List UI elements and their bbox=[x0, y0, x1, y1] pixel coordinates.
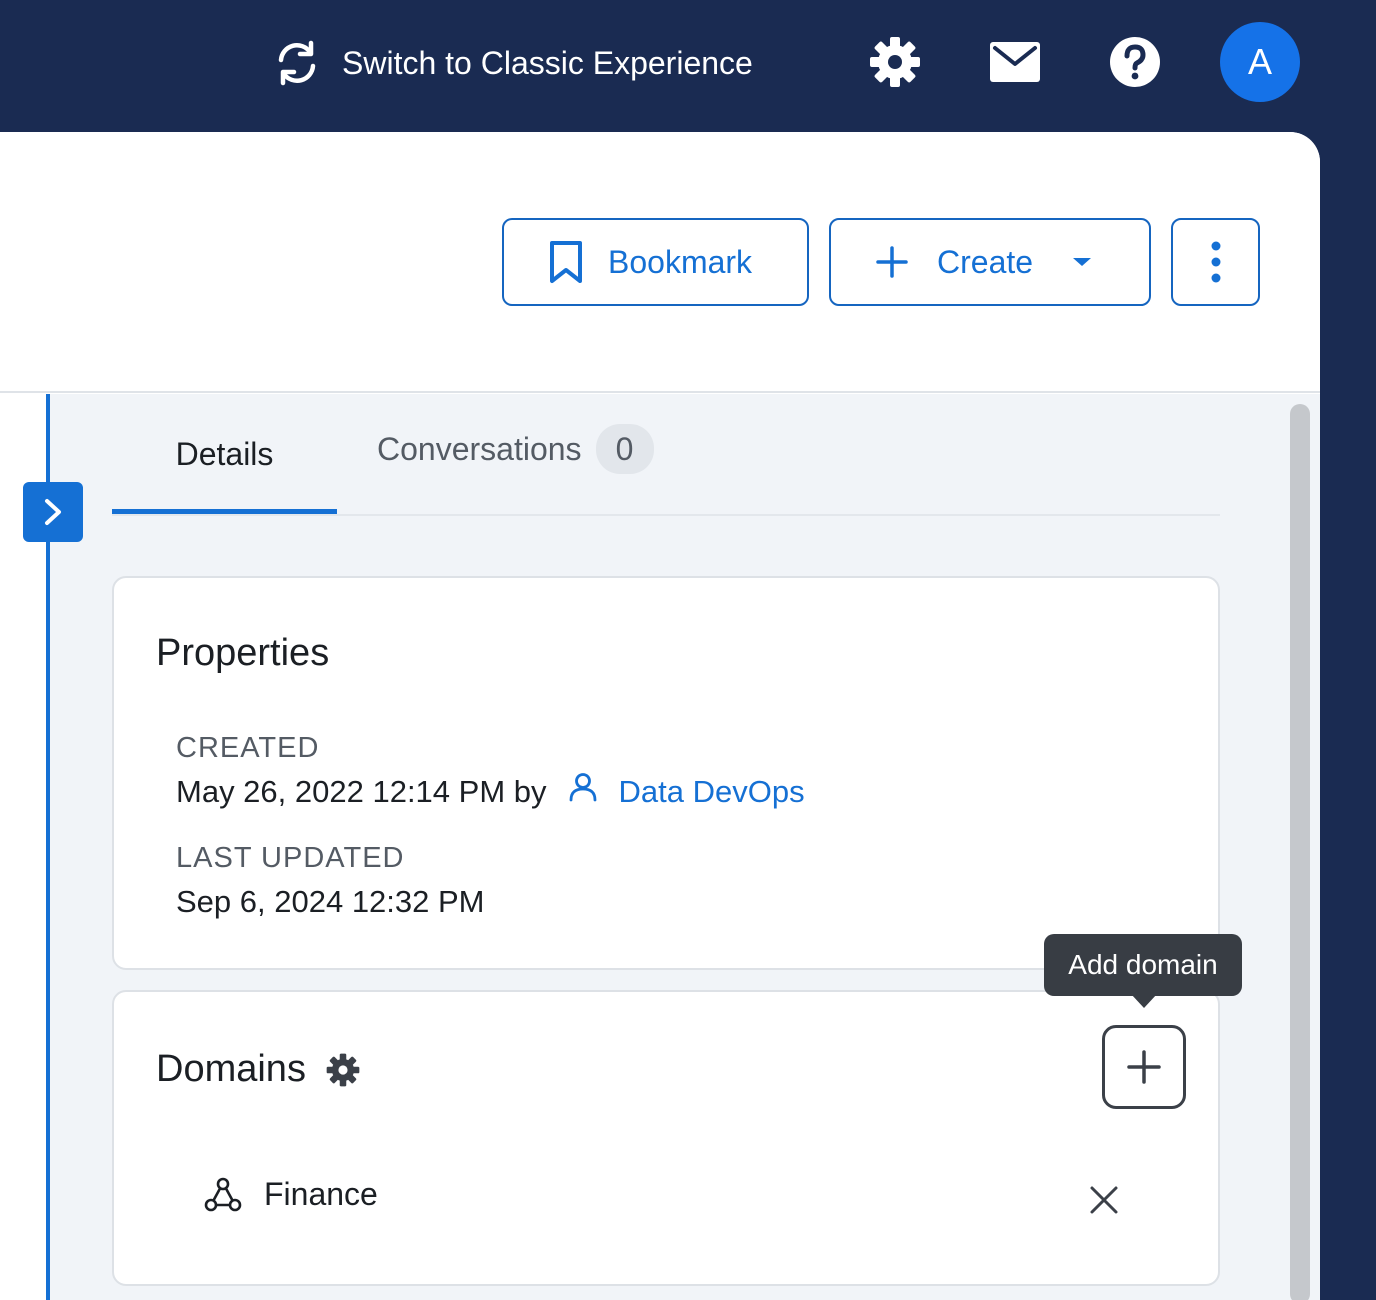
created-date: May 26, 2022 12:14 PM by bbox=[176, 774, 547, 809]
domain-icon bbox=[204, 1177, 242, 1211]
collapse-sidebar-button[interactable] bbox=[23, 482, 83, 542]
domain-item[interactable]: Finance bbox=[204, 1176, 378, 1213]
user-icon bbox=[569, 773, 596, 802]
sidebar-scrollbar[interactable] bbox=[1290, 404, 1310, 1300]
close-icon bbox=[1090, 1186, 1118, 1214]
user-avatar[interactable]: A bbox=[1220, 22, 1300, 102]
gear-icon bbox=[870, 37, 920, 87]
tab-conversations[interactable]: Conversations 0 bbox=[377, 424, 654, 474]
add-domain-tooltip: Add domain bbox=[1044, 934, 1242, 996]
domains-header: Domains bbox=[156, 1048, 360, 1091]
avatar-initial: A bbox=[1247, 41, 1272, 82]
tab-conversations-label: Conversations bbox=[377, 430, 582, 467]
gear-icon bbox=[326, 1053, 360, 1086]
domains-title: Domains bbox=[156, 1048, 306, 1090]
top-navigation-bar: Switch to Classic Experience A bbox=[0, 0, 1376, 132]
domain-item-label: Finance bbox=[264, 1176, 378, 1212]
tab-divider bbox=[112, 514, 1220, 516]
plus-icon bbox=[1127, 1050, 1161, 1084]
last-updated-value: Sep 6, 2024 12:32 PM bbox=[176, 884, 485, 919]
help-icon bbox=[1110, 37, 1160, 87]
tab-details[interactable]: Details bbox=[112, 434, 337, 514]
created-label: CREATED bbox=[176, 732, 320, 764]
domains-card: Domains Finance bbox=[112, 990, 1220, 1286]
switch-classic-label: Switch to Classic Experience bbox=[342, 44, 753, 81]
conversations-count-badge: 0 bbox=[595, 424, 654, 474]
scrollbar-thumb[interactable] bbox=[1290, 404, 1310, 1300]
sidebar-region: Details Conversations 0 Properties CREAT… bbox=[0, 132, 1320, 1300]
chevron-right-icon bbox=[45, 499, 61, 525]
tooltip-arrow bbox=[1131, 994, 1157, 1008]
inbox-button[interactable] bbox=[989, 36, 1041, 88]
remove-domain-button[interactable] bbox=[1086, 1182, 1122, 1218]
created-by-link[interactable]: Data DevOps bbox=[569, 773, 805, 810]
last-updated-label: LAST UPDATED bbox=[176, 842, 405, 874]
created-value: May 26, 2022 12:14 PM by Data DevOps bbox=[176, 773, 805, 810]
properties-title: Properties bbox=[156, 632, 330, 674]
sync-icon bbox=[278, 40, 316, 86]
help-button[interactable] bbox=[1109, 36, 1161, 88]
properties-card: Properties CREATED May 26, 2022 12:14 PM… bbox=[112, 576, 1220, 970]
tab-details-label: Details bbox=[175, 436, 274, 472]
switch-classic-button[interactable]: Switch to Classic Experience bbox=[272, 38, 753, 88]
created-by-name: Data DevOps bbox=[618, 774, 805, 809]
settings-button[interactable] bbox=[869, 36, 921, 88]
add-domain-button[interactable] bbox=[1102, 1025, 1186, 1109]
mail-icon bbox=[990, 42, 1040, 82]
